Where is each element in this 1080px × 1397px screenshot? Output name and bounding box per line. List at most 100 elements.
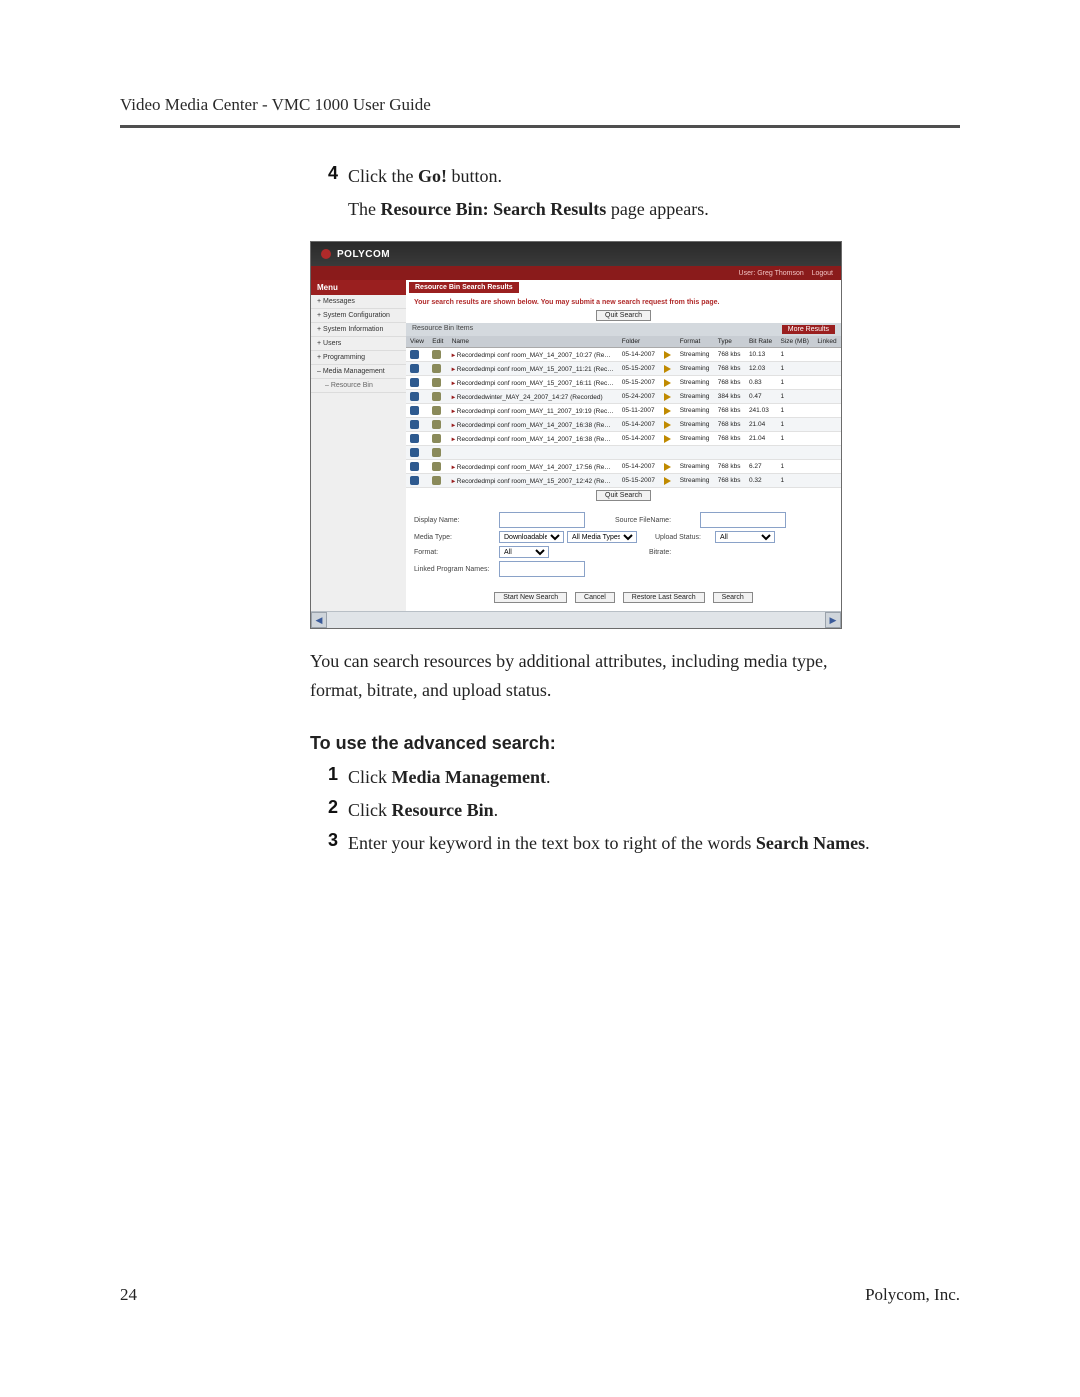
cell-linked	[813, 474, 841, 488]
sidebar-item-media-management[interactable]: – Media Management	[311, 365, 406, 379]
panel-title: Resource Bin Items	[412, 325, 473, 334]
table-row[interactable]: ▸ Recordedmpi conf room_MAY_14_2007_10:2…	[406, 348, 841, 362]
app-scrollbar[interactable]: ◀ ▶	[311, 611, 841, 628]
media-type-select2[interactable]: All Media Types	[567, 531, 637, 543]
play-icon[interactable]	[664, 379, 671, 387]
play-icon[interactable]	[664, 407, 671, 415]
scroll-left-icon[interactable]: ◀	[311, 612, 327, 628]
restore-last-search-button[interactable]: Restore Last Search	[623, 592, 705, 603]
view-icon[interactable]	[410, 392, 419, 401]
more-results-link[interactable]: More Results	[782, 325, 835, 334]
edit-icon[interactable]	[432, 420, 441, 429]
edit-icon[interactable]	[432, 392, 441, 401]
view-icon[interactable]	[410, 434, 419, 443]
play-icon[interactable]	[664, 435, 671, 443]
app-brand: POLYCOM	[337, 249, 390, 260]
quit-search-button[interactable]: Quit Search	[596, 310, 651, 321]
linked-programs-input[interactable]	[499, 561, 585, 577]
running-head: Video Media Center - VMC 1000 User Guide	[120, 95, 960, 128]
sidebar-item-system-information[interactable]: + System Information	[311, 323, 406, 337]
cell-format: Streaming	[676, 390, 714, 404]
edit-icon[interactable]	[432, 476, 441, 485]
sidebar-item-system-configuration[interactable]: + System Configuration	[311, 309, 406, 323]
view-icon[interactable]	[410, 364, 419, 373]
table-row[interactable]: ▸ Recordedwinter_MAY_24_2007_14:27 (Reco…	[406, 390, 841, 404]
table-row[interactable]: ▸ Recordedmpi conf room_MAY_15_2007_16:1…	[406, 376, 841, 390]
cell-bitrate: 10.13	[745, 348, 777, 362]
quit-search-button[interactable]: Quit Search	[596, 490, 651, 501]
cell-type: 768 kbs	[714, 376, 745, 390]
sidebar-item-users[interactable]: + Users	[311, 337, 406, 351]
step-number: 3	[310, 830, 348, 851]
start-new-search-button[interactable]: Start New Search	[494, 592, 567, 603]
app-screenshot: POLYCOM User: Greg Thomson Logout Menu +…	[310, 241, 842, 629]
text-bold: Search Names	[756, 833, 865, 853]
edit-icon[interactable]	[432, 434, 441, 443]
display-name-label: Display Name:	[414, 517, 499, 524]
cell-type: 768 kbs	[714, 474, 745, 488]
cell-type: 768 kbs	[714, 348, 745, 362]
cell-name: ▸ Recordedmpi conf room_MAY_14_2007_17:5…	[448, 460, 618, 474]
edit-icon[interactable]	[432, 364, 441, 373]
user-label: User:	[739, 270, 756, 277]
table-row[interactable]: ▸ Recordedmpi conf room_MAY_15_2007_12:4…	[406, 474, 841, 488]
edit-icon[interactable]	[432, 350, 441, 359]
column-header: Format	[676, 336, 714, 348]
cancel-button[interactable]: Cancel	[575, 592, 615, 603]
cell-size: 1	[776, 376, 813, 390]
media-type-select[interactable]: Downloadable	[499, 531, 564, 543]
play-icon[interactable]	[664, 351, 671, 359]
edit-icon[interactable]	[432, 378, 441, 387]
cell-size: 1	[776, 404, 813, 418]
play-icon[interactable]	[664, 463, 671, 471]
step-number: 1	[310, 764, 348, 785]
view-icon[interactable]	[410, 378, 419, 387]
play-icon[interactable]	[664, 421, 671, 429]
view-icon[interactable]	[410, 476, 419, 485]
sidebar-item-messages[interactable]: + Messages	[311, 295, 406, 309]
app-userbar: User: Greg Thomson Logout	[311, 266, 841, 280]
source-filename-input[interactable]	[700, 512, 786, 528]
text-fragment: Click	[348, 767, 392, 787]
logout-link[interactable]: Logout	[812, 270, 833, 277]
table-row[interactable]: ▸ Recordedmpi conf room_MAY_11_2007_19:1…	[406, 404, 841, 418]
view-icon[interactable]	[410, 462, 419, 471]
play-icon[interactable]	[664, 365, 671, 373]
text-fragment: Enter your keyword in the text box to ri…	[348, 833, 756, 853]
cell-format: Streaming	[676, 418, 714, 432]
table-row[interactable]	[406, 446, 841, 460]
cell-format: Streaming	[676, 460, 714, 474]
scroll-right-icon[interactable]: ▶	[825, 612, 841, 628]
step-text: Click Media Management.	[348, 764, 550, 791]
display-name-input[interactable]	[499, 512, 585, 528]
table-row[interactable]: ▸ Recordedmpi conf room_MAY_14_2007_16:3…	[406, 432, 841, 446]
table-row[interactable]: ▸ Recordedmpi conf room_MAY_15_2007_11:2…	[406, 362, 841, 376]
table-row[interactable]: ▸ Recordedmpi conf room_MAY_14_2007_16:3…	[406, 418, 841, 432]
cell-name: ▸ Recordedmpi conf room_MAY_15_2007_11:2…	[448, 362, 618, 376]
cell-format: Streaming	[676, 348, 714, 362]
edit-icon[interactable]	[432, 406, 441, 415]
view-icon[interactable]	[410, 448, 419, 457]
cell-bitrate: 21.04	[745, 418, 777, 432]
step-text: Enter your keyword in the text box to ri…	[348, 830, 870, 857]
view-icon[interactable]	[410, 350, 419, 359]
view-icon[interactable]	[410, 420, 419, 429]
cell-name	[448, 446, 618, 460]
search-button[interactable]: Search	[713, 592, 753, 603]
cell-linked	[813, 418, 841, 432]
sidebar-item-programming[interactable]: + Programming	[311, 351, 406, 365]
cell-format: Streaming	[676, 404, 714, 418]
view-icon[interactable]	[410, 406, 419, 415]
table-row[interactable]: ▸ Recordedmpi conf room_MAY_14_2007_17:5…	[406, 460, 841, 474]
cell-linked	[813, 376, 841, 390]
edit-icon[interactable]	[432, 462, 441, 471]
upload-status-select[interactable]: All	[715, 531, 775, 543]
cell-folder	[618, 446, 660, 460]
format-select[interactable]: All	[499, 546, 549, 558]
play-icon[interactable]	[664, 393, 671, 401]
step-number: 2	[310, 797, 348, 818]
cell-size: 1	[776, 390, 813, 404]
edit-icon[interactable]	[432, 448, 441, 457]
play-icon[interactable]	[664, 477, 671, 485]
sidebar-item-resource-bin[interactable]: – Resource Bin	[311, 379, 406, 393]
